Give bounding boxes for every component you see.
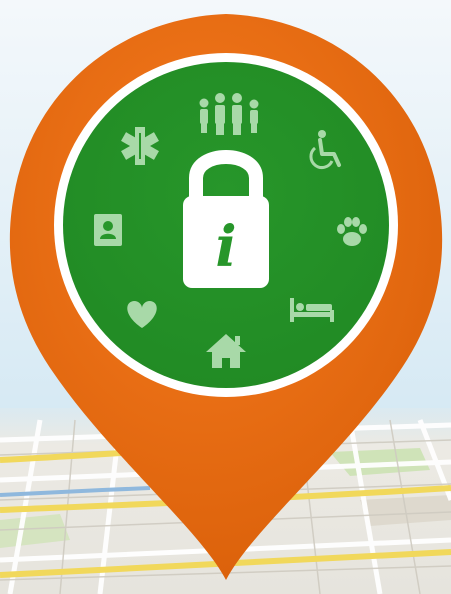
contact-card-icon xyxy=(94,214,122,246)
location-pin: i xyxy=(9,14,443,580)
lock-info-letter: i xyxy=(215,214,236,280)
location-pin-scene: i xyxy=(0,0,451,594)
